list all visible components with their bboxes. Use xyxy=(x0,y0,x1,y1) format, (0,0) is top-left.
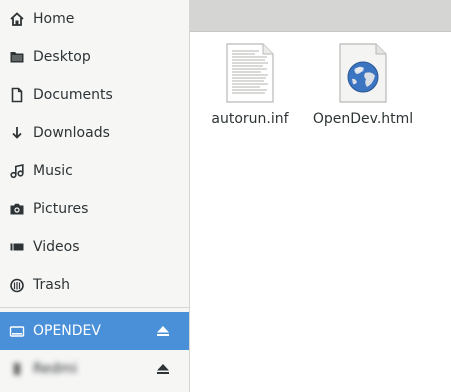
sidebar-item-redmi[interactable]: Redmi xyxy=(0,350,189,388)
download-icon xyxy=(8,124,26,142)
path-bar xyxy=(190,0,451,32)
file-name: autorun.inf xyxy=(211,111,289,127)
file-name: OpenDev.html xyxy=(312,111,414,127)
sidebar-item-videos[interactable]: Videos xyxy=(0,228,189,266)
sidebar-item-label: Documents xyxy=(33,87,113,103)
sidebar-item-trash[interactable]: Trash xyxy=(0,266,189,304)
folder-icon xyxy=(8,48,26,66)
sidebar-item-opendev[interactable]: OPENDEV xyxy=(0,312,189,350)
sidebar-item-label: Desktop xyxy=(33,49,91,65)
video-icon xyxy=(8,238,26,256)
sidebar-separator xyxy=(0,307,189,308)
eject-icon[interactable] xyxy=(155,361,171,377)
sidebar-item-home[interactable]: Home xyxy=(0,0,189,38)
trash-icon xyxy=(8,276,26,294)
sidebar-item-desktop[interactable]: Desktop xyxy=(0,38,189,76)
file-item-opendev-html[interactable]: OpenDev.html xyxy=(308,43,418,127)
sidebar-item-label: Home xyxy=(33,11,75,27)
file-item-autorun[interactable]: autorun.inf xyxy=(195,43,305,127)
sidebar-item-music[interactable]: Music xyxy=(0,152,189,190)
home-icon xyxy=(8,10,26,28)
file-view: autorun.inf OpenDev.html xyxy=(190,0,451,392)
sidebar-item-label: Videos xyxy=(33,239,80,255)
sidebar-item-downloads[interactable]: Downloads xyxy=(0,114,189,152)
camera-icon xyxy=(8,200,26,218)
sidebar-item-documents[interactable]: Documents xyxy=(0,76,189,114)
sidebar-item-label: Music xyxy=(33,163,73,179)
text-file-icon xyxy=(225,43,275,103)
sidebar-item-label: Trash xyxy=(33,277,70,293)
eject-icon[interactable] xyxy=(155,323,171,339)
sidebar-item-label: Pictures xyxy=(33,201,89,217)
phone-icon xyxy=(8,360,26,378)
sidebar-item-label: OPENDEV xyxy=(33,323,101,339)
music-icon xyxy=(8,162,26,180)
sidebar: Home Desktop Documents Downloads Music P… xyxy=(0,0,190,392)
sidebar-item-label: Downloads xyxy=(33,125,110,141)
document-icon xyxy=(8,86,26,104)
sidebar-item-pictures[interactable]: Pictures xyxy=(0,190,189,228)
sidebar-item-label: Redmi xyxy=(33,361,78,377)
drive-icon xyxy=(8,322,26,340)
html-globe-file-icon xyxy=(338,43,388,103)
